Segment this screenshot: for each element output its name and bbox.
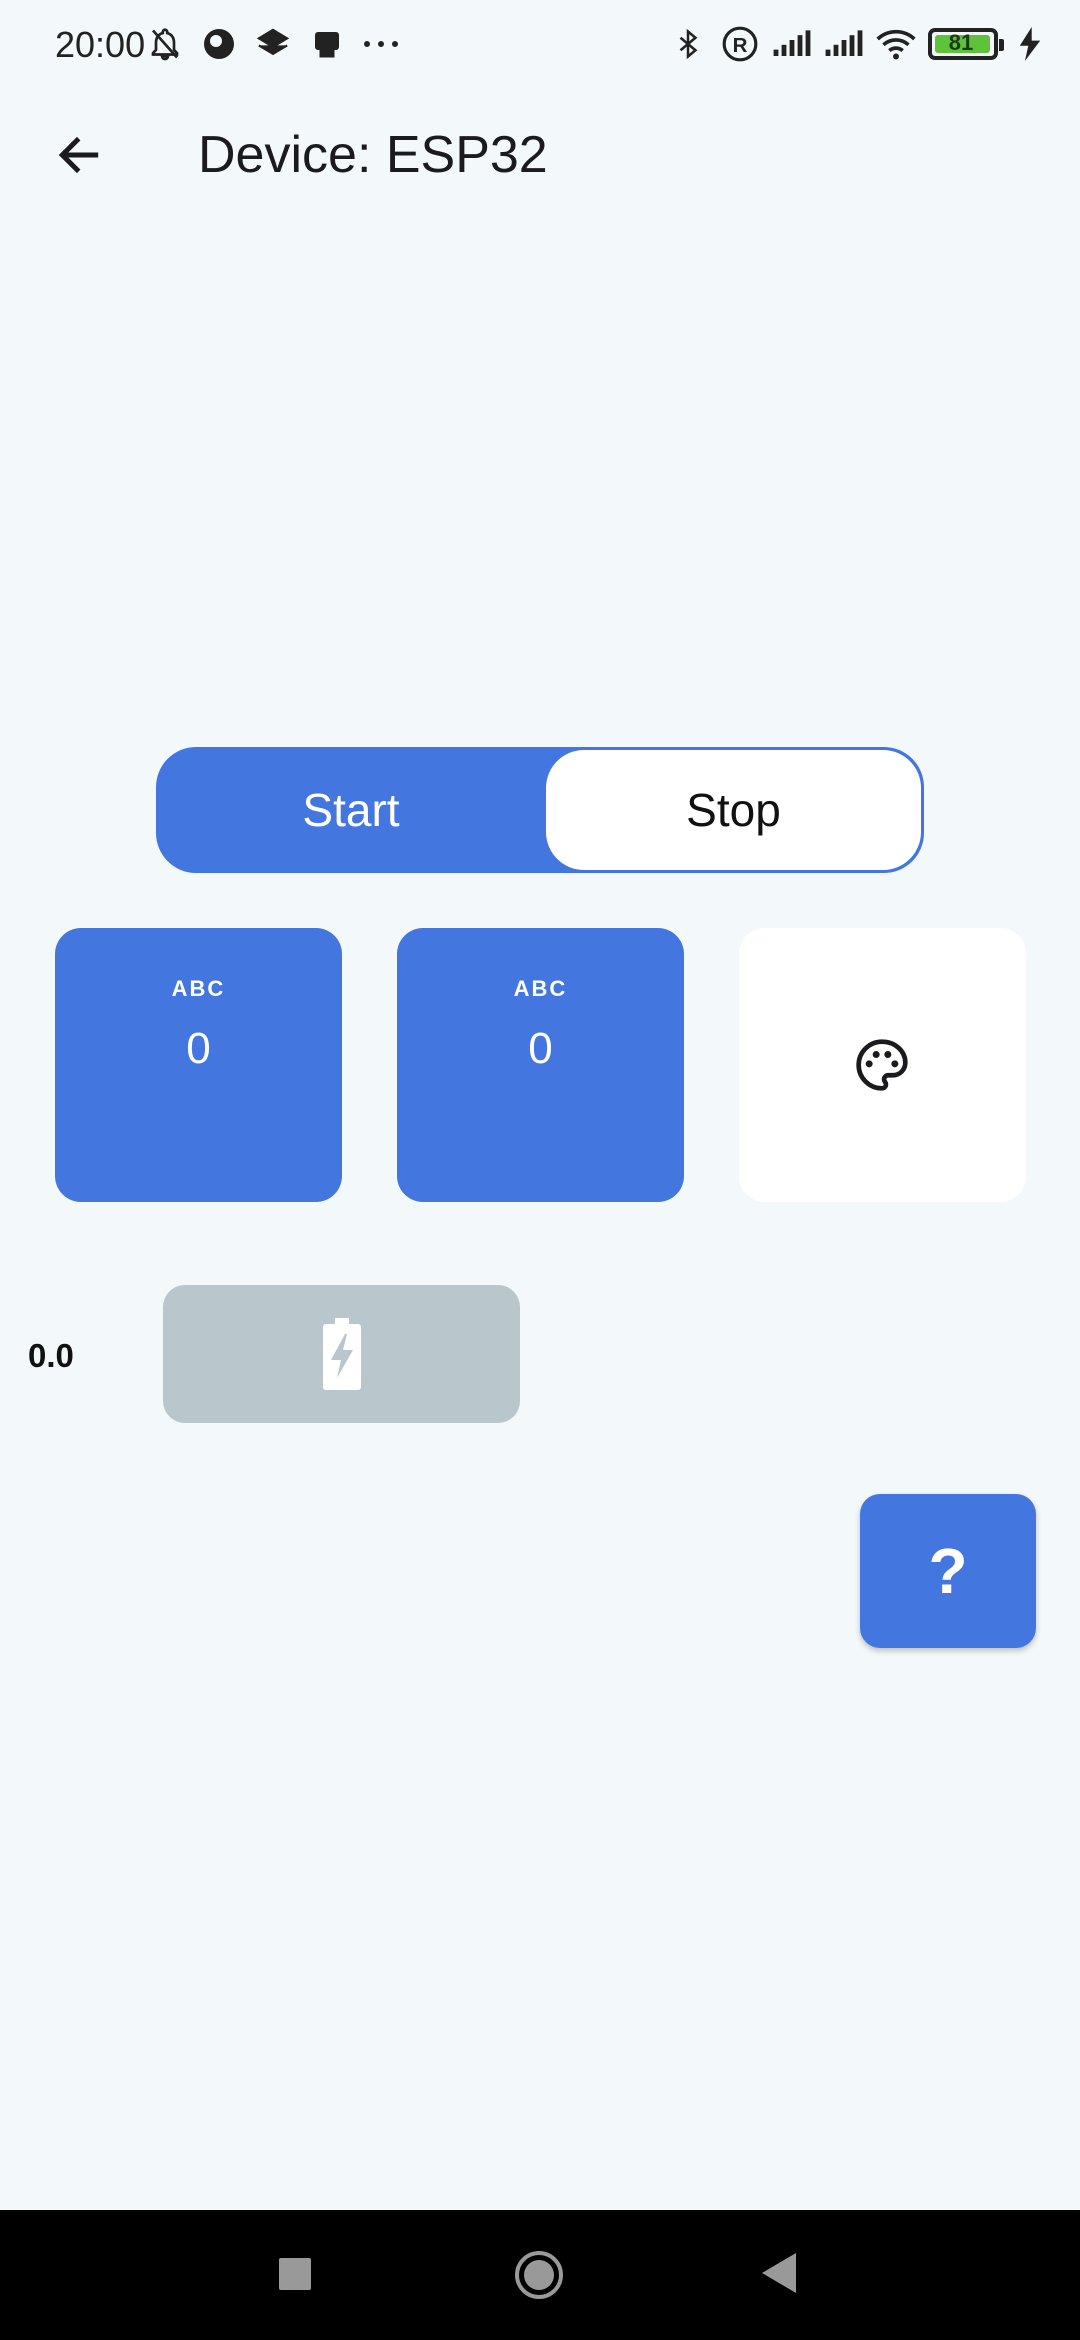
back-button[interactable] [48, 124, 110, 186]
nav-back-button[interactable] [762, 2253, 796, 2293]
start-stop-toggle: Start Stop [156, 747, 924, 873]
layers-icon [253, 24, 293, 64]
page-title: Device: ESP32 [198, 126, 548, 184]
home-button[interactable] [514, 2250, 564, 2300]
system-nav-bar [0, 2210, 1080, 2340]
signal-icon [772, 24, 812, 64]
bluetooth-icon [668, 24, 708, 64]
charging-bolt-icon [1010, 24, 1050, 64]
wifi-icon [876, 24, 916, 64]
start-button[interactable]: Start [156, 747, 546, 873]
palette-icon [856, 1039, 908, 1091]
battery-button[interactable] [163, 1285, 520, 1423]
battery-reading: 0.0 [28, 1337, 74, 1374]
arrow-back-icon [58, 136, 99, 174]
recents-button[interactable] [279, 2258, 311, 2290]
color-picker-tile[interactable] [739, 928, 1026, 1202]
tile-value: 0 [186, 1024, 211, 1073]
registered-icon: R [720, 24, 760, 64]
battery-status-icon: 81 [928, 28, 1004, 60]
tile-label: ABC [171, 976, 226, 1001]
stop-button[interactable]: Stop [546, 750, 921, 870]
app-icon [199, 24, 239, 64]
printer-icon [307, 24, 347, 64]
value-tile-2[interactable]: ABC 0 [397, 928, 684, 1202]
bell-off-icon [145, 24, 185, 64]
svg-text:R: R [733, 34, 748, 57]
battery-level: 81 [948, 30, 974, 55]
status-bar: 20:00 R 81 [0, 0, 1080, 95]
app-bar: Device: ESP32 [0, 100, 1080, 210]
value-tile-1[interactable]: ABC 0 [55, 928, 342, 1202]
status-time: 20:00 [55, 24, 146, 65]
tile-value: 0 [528, 1024, 553, 1073]
signal-icon [824, 24, 864, 64]
battery-charging-icon [322, 1318, 361, 1390]
tile-label: ABC [513, 976, 568, 1001]
more-dots-icon [361, 24, 401, 64]
help-button[interactable]: ? [860, 1494, 1036, 1648]
